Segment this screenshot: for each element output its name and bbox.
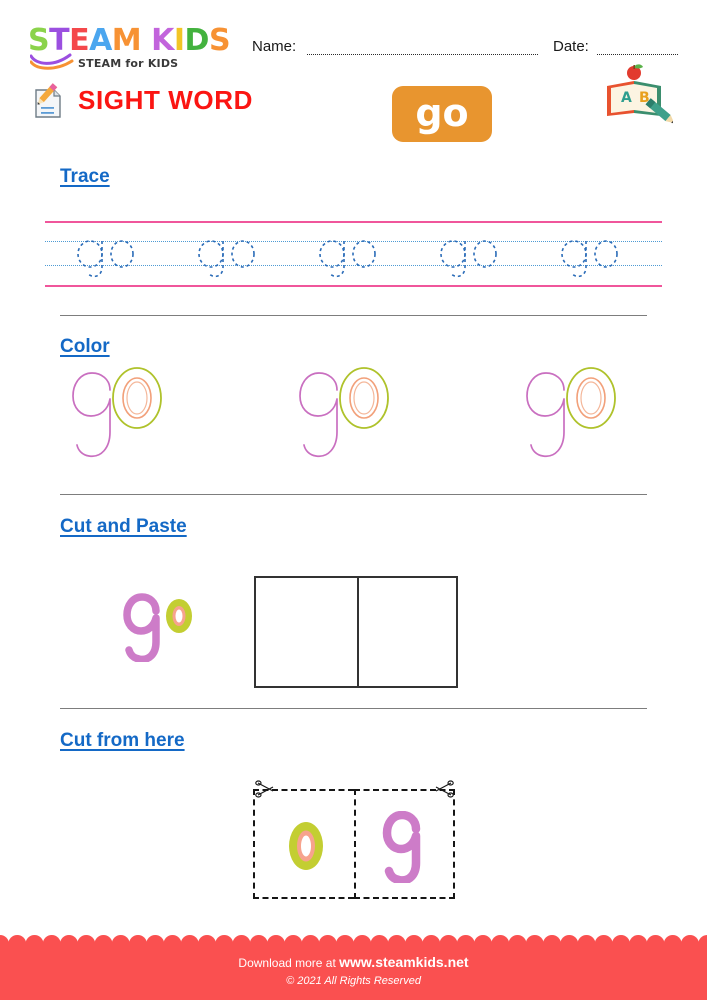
scissors-icon bbox=[255, 780, 274, 798]
name-label: Name: bbox=[252, 38, 297, 55]
date-write-line[interactable] bbox=[597, 54, 678, 55]
footer-site-link[interactable]: www.steamkids.net bbox=[339, 954, 468, 970]
section-heading-color: Color bbox=[60, 336, 110, 357]
logo-letter: I bbox=[173, 23, 185, 58]
divider-above-cut-from-here bbox=[60, 708, 647, 709]
trace-practice-area[interactable] bbox=[45, 215, 662, 290]
trace-word-go[interactable] bbox=[72, 227, 138, 283]
cut-paste-box-divider bbox=[357, 578, 359, 686]
svg-text:A: A bbox=[621, 90, 632, 106]
logo-tagline: STEAM for KIDS bbox=[78, 57, 179, 70]
logo-letter: D bbox=[184, 23, 210, 58]
page-footer: Download more at www.steamkids.net © 202… bbox=[0, 935, 707, 1000]
color-practice-area[interactable] bbox=[45, 366, 662, 466]
section-heading-cut-and-paste: Cut and Paste bbox=[60, 516, 187, 537]
footer-download-text: Download more at bbox=[238, 956, 336, 970]
trace-word-go[interactable] bbox=[556, 227, 622, 283]
cut-card-o[interactable] bbox=[253, 789, 354, 899]
cut-card-letter-o bbox=[289, 822, 323, 870]
logo-letter: S bbox=[28, 23, 50, 58]
trace-word-go[interactable] bbox=[193, 227, 259, 283]
footer-scallop-edge bbox=[0, 935, 707, 946]
cut-card-g[interactable] bbox=[354, 789, 455, 899]
page-header: STEAM KIDS STEAM for KIDS Name: Date: SI… bbox=[0, 0, 707, 148]
cut-paste-reference-word-go bbox=[123, 593, 192, 662]
sight-word-badge-text: go bbox=[415, 91, 469, 136]
logo-wordmark: STEAM KIDS bbox=[28, 23, 231, 58]
logo-swoosh-icon bbox=[30, 53, 74, 70]
logo-letter: M bbox=[111, 23, 142, 58]
section-heading-trace: Trace bbox=[60, 166, 110, 187]
steam-kids-logo: STEAM KIDS STEAM for KIDS bbox=[28, 23, 240, 71]
logo-letter: T bbox=[49, 23, 70, 58]
logo-letter: E bbox=[69, 23, 90, 58]
footer-copyright: © 2021 All Rights Reserved bbox=[286, 975, 421, 987]
trace-word-go[interactable] bbox=[435, 227, 501, 283]
open-book-apple-pencil-icon: A B bbox=[607, 64, 673, 124]
name-write-line[interactable] bbox=[307, 54, 538, 55]
page-title: SIGHT WORD bbox=[78, 85, 253, 115]
section-heading-cut-from-here: Cut from here bbox=[60, 730, 185, 751]
color-word-go[interactable] bbox=[517, 366, 637, 466]
divider-above-cut-and-paste bbox=[60, 494, 647, 495]
color-word-go[interactable] bbox=[290, 366, 410, 466]
trace-word-go[interactable] bbox=[314, 227, 380, 283]
memo-pencil-icon bbox=[35, 83, 61, 118]
sight-word-badge: go bbox=[392, 86, 492, 142]
trace-line-bottom-pink bbox=[45, 285, 662, 287]
logo-letter: K bbox=[151, 23, 174, 58]
date-label: Date: bbox=[553, 38, 589, 55]
color-word-go[interactable] bbox=[63, 366, 183, 466]
cut-card-letter-g bbox=[382, 811, 421, 883]
divider-above-color bbox=[60, 315, 647, 316]
footer-download-line: Download more at www.steamkids.net bbox=[0, 954, 707, 970]
logo-letter bbox=[141, 26, 151, 56]
scissors-icon bbox=[435, 780, 454, 798]
logo-letter: A bbox=[89, 23, 112, 58]
logo-letter: S bbox=[208, 23, 231, 58]
worksheet-page: STEAM KIDS STEAM for KIDS Name: Date: SI… bbox=[0, 0, 707, 1000]
trace-line-top-pink bbox=[45, 221, 662, 223]
cut-out-cards[interactable] bbox=[253, 780, 456, 899]
cut-paste-answer-boxes[interactable] bbox=[254, 576, 458, 688]
